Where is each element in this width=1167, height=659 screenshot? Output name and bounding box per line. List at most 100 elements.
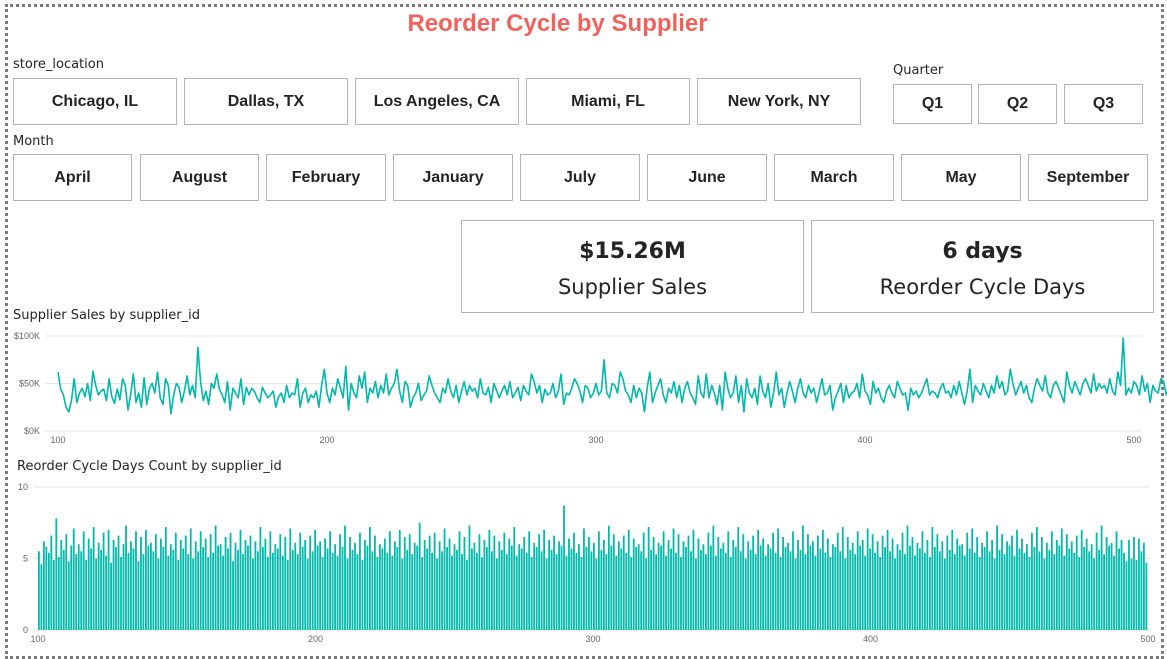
bar[interactable]: [364, 539, 366, 630]
bar[interactable]: [212, 552, 215, 630]
bar[interactable]: [924, 552, 926, 630]
bar[interactable]: [279, 534, 282, 630]
bar[interactable]: [466, 559, 468, 630]
bar[interactable]: [471, 548, 473, 630]
bar[interactable]: [724, 552, 727, 630]
bar[interactable]: [294, 542, 297, 630]
store-option-miami[interactable]: Miami, FL: [526, 78, 690, 125]
bar[interactable]: [493, 535, 496, 630]
bar[interactable]: [709, 545, 712, 630]
bar[interactable]: [182, 548, 185, 630]
bar[interactable]: [707, 532, 710, 630]
bar[interactable]: [1031, 532, 1033, 630]
bar[interactable]: [819, 548, 822, 630]
bar[interactable]: [1033, 547, 1036, 630]
bar[interactable]: [702, 544, 705, 630]
bar[interactable]: [612, 534, 615, 630]
bar[interactable]: [889, 551, 891, 630]
bar[interactable]: [523, 537, 526, 630]
bar[interactable]: [605, 554, 608, 630]
bar[interactable]: [349, 537, 351, 630]
bar[interactable]: [1133, 537, 1135, 630]
bar[interactable]: [719, 548, 722, 630]
bar[interactable]: [239, 529, 242, 630]
bar[interactable]: [189, 528, 192, 630]
bar[interactable]: [637, 544, 640, 630]
bar[interactable]: [946, 535, 949, 630]
bar[interactable]: [540, 551, 543, 630]
bar[interactable]: [538, 534, 541, 630]
bar[interactable]: [769, 548, 772, 630]
bar[interactable]: [749, 549, 752, 630]
bar[interactable]: [548, 539, 550, 630]
bar[interactable]: [187, 554, 190, 630]
bar[interactable]: [508, 538, 511, 630]
bar[interactable]: [986, 531, 989, 630]
bar[interactable]: [398, 529, 401, 630]
bar[interactable]: [177, 559, 180, 630]
bar[interactable]: [809, 545, 812, 630]
bar[interactable]: [179, 539, 182, 630]
bar[interactable]: [849, 549, 852, 630]
bar[interactable]: [157, 558, 160, 631]
bar[interactable]: [607, 525, 610, 630]
bar[interactable]: [899, 549, 901, 630]
bar[interactable]: [1065, 534, 1068, 630]
bar[interactable]: [692, 529, 695, 630]
bar[interactable]: [734, 547, 737, 630]
bar[interactable]: [672, 528, 675, 630]
bar[interactable]: [505, 554, 508, 630]
bar[interactable]: [47, 552, 50, 630]
bar[interactable]: [252, 558, 254, 631]
bar[interactable]: [147, 545, 150, 630]
bar[interactable]: [314, 529, 317, 630]
bar[interactable]: [284, 537, 287, 630]
bar[interactable]: [1043, 558, 1046, 631]
bar[interactable]: [617, 541, 620, 630]
bar[interactable]: [871, 534, 874, 630]
bar[interactable]: [169, 544, 172, 630]
bar[interactable]: [896, 544, 899, 630]
bar[interactable]: [660, 545, 662, 630]
bar[interactable]: [657, 542, 660, 630]
bar[interactable]: [1098, 549, 1101, 630]
bar[interactable]: [257, 551, 259, 630]
bar[interactable]: [259, 527, 262, 630]
bar[interactable]: [1001, 534, 1003, 630]
bar[interactable]: [117, 535, 120, 630]
bar[interactable]: [732, 539, 735, 630]
bar[interactable]: [931, 527, 934, 630]
series-line-supplier-sales[interactable]: [57, 337, 1167, 415]
bar[interactable]: [647, 527, 650, 630]
bar[interactable]: [476, 552, 478, 630]
bar[interactable]: [247, 545, 249, 630]
bar[interactable]: [876, 541, 879, 630]
bar[interactable]: [80, 551, 83, 630]
bar[interactable]: [864, 555, 867, 630]
bar[interactable]: [82, 531, 85, 630]
bar[interactable]: [159, 538, 162, 630]
bar[interactable]: [951, 529, 954, 630]
bar[interactable]: [595, 558, 598, 631]
bar[interactable]: [204, 538, 207, 630]
bar[interactable]: [289, 528, 292, 630]
bar[interactable]: [164, 527, 167, 630]
bar[interactable]: [675, 552, 677, 630]
bar[interactable]: [558, 541, 560, 630]
bar[interactable]: [652, 537, 655, 630]
bar[interactable]: [95, 558, 98, 631]
bar[interactable]: [38, 551, 40, 630]
bar[interactable]: [978, 557, 981, 630]
bar[interactable]: [217, 545, 219, 630]
bar[interactable]: [593, 542, 595, 630]
bar[interactable]: [40, 564, 43, 630]
bar[interactable]: [533, 542, 536, 630]
bar[interactable]: [276, 548, 279, 630]
bar[interactable]: [423, 539, 426, 630]
bar[interactable]: [488, 529, 491, 630]
bar[interactable]: [550, 549, 553, 630]
bar[interactable]: [610, 545, 613, 630]
bar[interactable]: [1108, 545, 1110, 630]
bar[interactable]: [794, 558, 797, 631]
bar[interactable]: [655, 554, 658, 630]
